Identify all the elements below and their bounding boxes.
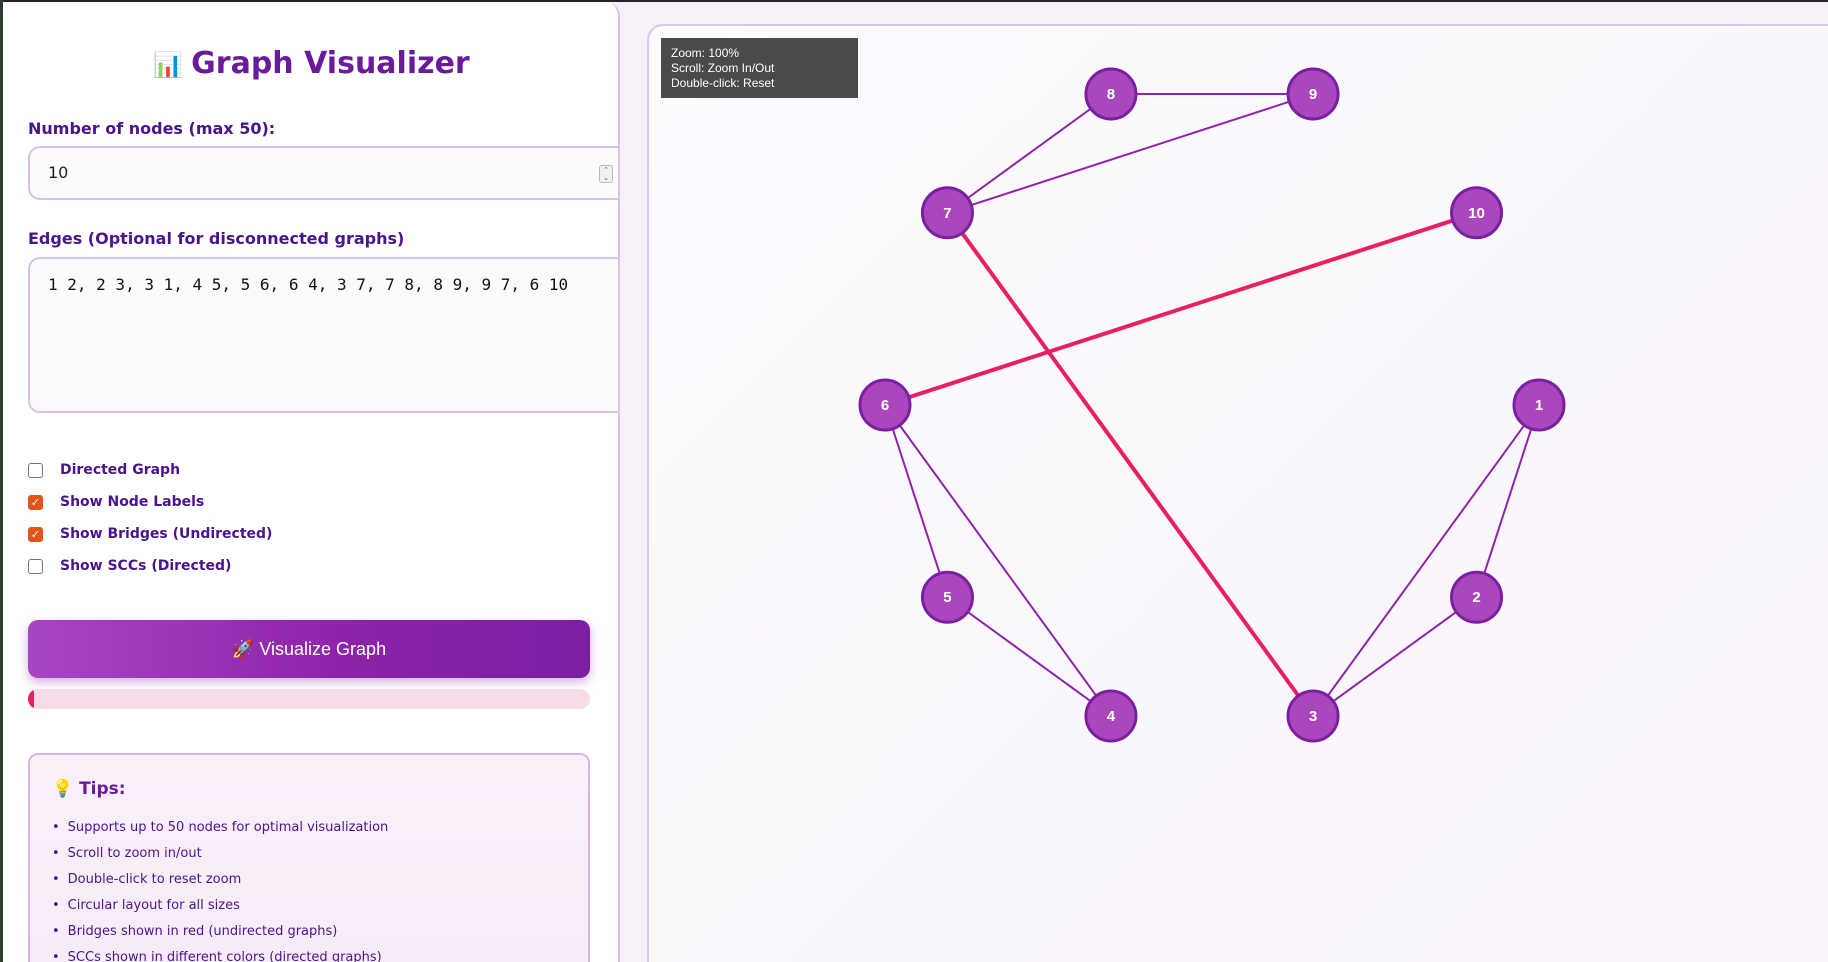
graph-svg[interactable]: 1 2 3 4 5 6 7 8 9 10 <box>649 26 1828 962</box>
show-sccs-option[interactable]: Show SCCs (Directed) <box>28 556 231 576</box>
edges-textarea[interactable]: 1 2, 2 3, 3 1, 4 5, 5 6, 6 4, 3 7, 7 8, … <box>28 257 618 413</box>
edges-layer <box>884 93 1540 718</box>
directed-graph-label: Directed Graph <box>60 462 181 478</box>
edge-2-3 <box>1312 596 1478 717</box>
show-bridges-label: Show Bridges (Undirected) <box>60 526 273 542</box>
directed-graph-checkbox[interactable] <box>28 462 43 478</box>
graph-node-6[interactable]: 6 <box>858 378 912 432</box>
graph-node-4[interactable]: 4 <box>1084 689 1138 743</box>
show-bridges-checkbox[interactable]: ✓ <box>28 526 43 542</box>
graph-node-3[interactable]: 3 <box>1286 689 1340 743</box>
show-bridges-option[interactable]: ✓ Show Bridges (Undirected) <box>28 524 272 544</box>
tip-item: Circular layout for all sizes <box>52 893 388 919</box>
tip-item: Supports up to 50 nodes for optimal visu… <box>52 815 389 841</box>
nodes-count-stepper[interactable]: ⌃ ⌄ <box>599 165 613 183</box>
edge-3-1 <box>1312 404 1540 717</box>
graph-canvas[interactable]: 1 2 3 4 5 6 7 8 9 10 Zoom: 100% Scroll: Zoom In/O… <box>647 24 1828 962</box>
directed-graph-option[interactable]: Directed Graph <box>28 460 180 480</box>
tip-item: Bridges shown in red (undirected graphs) <box>52 919 388 945</box>
show-sccs-label: Show SCCs (Directed) <box>60 558 232 574</box>
graph-node-label: 5 <box>943 589 951 606</box>
tips-panel: 💡 Tips: Supports up to 50 nodes for opti… <box>28 753 590 962</box>
graph-node-label: 10 <box>1468 205 1485 222</box>
page-title: 📊 Graph Visualizer <box>3 46 618 81</box>
tip-item: SCCs shown in different colors (directed… <box>52 945 388 962</box>
tips-list: Supports up to 50 nodes for optimal visu… <box>52 815 389 962</box>
scroll-hint-text: Scroll: Zoom In/Out <box>671 61 775 75</box>
reset-hint-text: Double-click: Reset <box>671 76 775 90</box>
graph-node-label: 8 <box>1107 86 1115 103</box>
edge-5-6 <box>884 404 949 598</box>
show-node-labels-label: Show Node Labels <box>60 494 205 510</box>
graph-node-8[interactable]: 8 <box>1084 67 1138 121</box>
show-sccs-checkbox[interactable] <box>28 558 43 574</box>
graph-node-label: 1 <box>1535 397 1543 414</box>
show-node-labels-option[interactable]: ✓ Show Node Labels <box>28 492 204 512</box>
bridge-edge-6-10 <box>884 210 1478 407</box>
graph-node-label: 6 <box>881 397 889 414</box>
page-title-text: Graph Visualizer <box>191 46 470 81</box>
edges-label: Edges (Optional for disconnected graphs) <box>28 229 405 248</box>
graph-node-label: 3 <box>1309 708 1317 725</box>
control-panel: 📊 Graph Visualizer Number of nodes (max 5… <box>3 2 620 962</box>
edge-1-2 <box>1475 404 1540 598</box>
graph-node-10[interactable]: 10 <box>1450 186 1504 240</box>
progress-bar <box>28 689 590 709</box>
edge-7-8 <box>946 93 1112 214</box>
graph-node-5[interactable]: 5 <box>920 570 974 624</box>
bridge-edge-3-7 <box>945 211 1315 718</box>
zoom-level-text: Zoom: 100% <box>671 46 740 60</box>
graph-node-label: 2 <box>1472 589 1480 606</box>
graph-node-7[interactable]: 7 <box>920 186 974 240</box>
tip-item: Scroll to zoom in/out <box>52 841 388 867</box>
edge-6-4 <box>884 404 1112 717</box>
show-node-labels-checkbox[interactable]: ✓ <box>28 494 43 510</box>
graph-node-2[interactable]: 2 <box>1450 570 1504 624</box>
graph-node-9[interactable]: 9 <box>1286 67 1340 121</box>
nodes-layer: 1 2 3 4 5 6 7 8 9 10 <box>858 67 1566 743</box>
progress-bar-fill <box>28 689 34 709</box>
zoom-info-overlay: Zoom: 100% Scroll: Zoom In/Out Double-cl… <box>661 38 858 98</box>
tip-item: Double-click to reset zoom <box>52 867 388 893</box>
graph-node-label: 4 <box>1107 708 1116 725</box>
nodes-count-input[interactable]: 10 <box>28 146 618 200</box>
tips-title: 💡 Tips: <box>52 779 126 799</box>
graph-node-label: 7 <box>943 205 951 222</box>
bar-chart-icon: 📊 <box>153 51 184 79</box>
nodes-label: Number of nodes (max 50): <box>28 119 276 138</box>
edge-4-5 <box>946 596 1112 717</box>
graph-node-label: 9 <box>1309 86 1317 103</box>
visualize-graph-button[interactable]: 🚀 Visualize Graph <box>28 620 590 678</box>
graph-node-1[interactable]: 1 <box>1512 378 1566 432</box>
